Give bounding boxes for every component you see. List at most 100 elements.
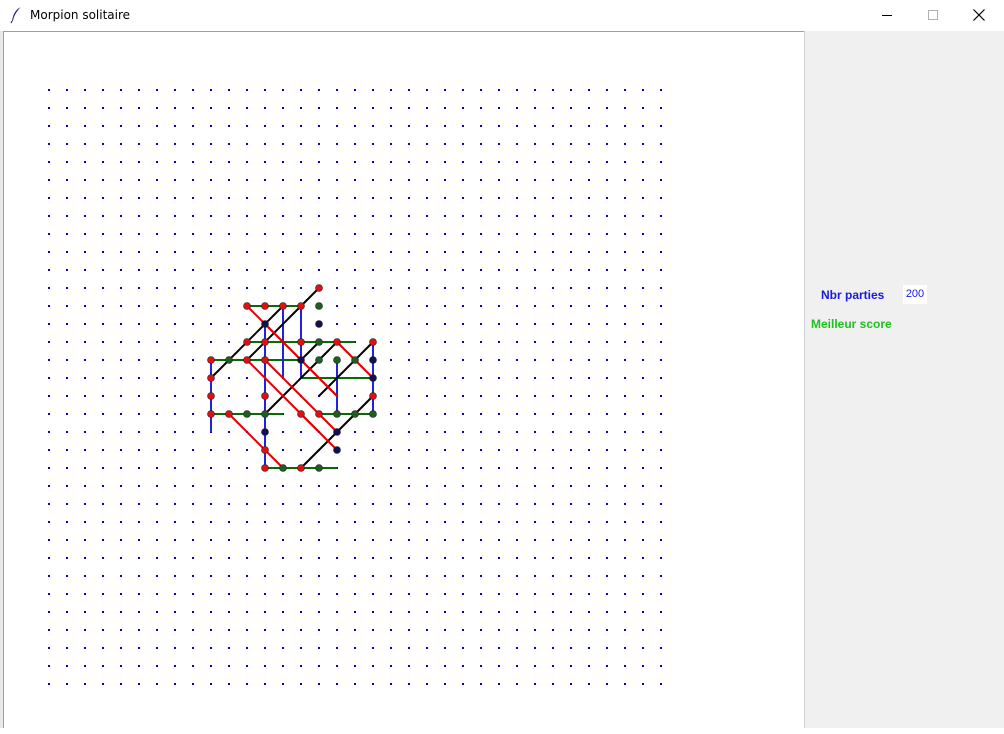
grid-dot [570, 107, 572, 109]
grid-dot [426, 467, 428, 469]
grid-dot [660, 251, 662, 253]
grid-dot [84, 215, 86, 217]
grid-dot [660, 143, 662, 145]
grid-dot [390, 143, 392, 145]
grid-dot [138, 341, 140, 343]
grid-dot [390, 377, 392, 379]
grid-dot [660, 197, 662, 199]
grid-dot [552, 377, 554, 379]
grid-dot [660, 467, 662, 469]
grid-dot [426, 125, 428, 127]
board-point-red [297, 464, 305, 472]
grid-dot [66, 143, 68, 145]
grid-dot [228, 647, 230, 649]
grid-dot [588, 341, 590, 343]
grid-dot [606, 377, 608, 379]
grid-dot [336, 197, 338, 199]
grid-dot [642, 485, 644, 487]
grid-dot [408, 575, 410, 577]
grid-dot [156, 143, 158, 145]
grid-dot [66, 251, 68, 253]
grid-dot [174, 107, 176, 109]
grid-dot [210, 197, 212, 199]
grid-dot [192, 341, 194, 343]
grid-dot [228, 611, 230, 613]
grid-dot [336, 629, 338, 631]
grid-dot [570, 557, 572, 559]
grid-dot [138, 215, 140, 217]
grid-dot [642, 143, 644, 145]
grid-dot [588, 557, 590, 559]
grid-dot [552, 629, 554, 631]
grid-dot [660, 215, 662, 217]
grid-dot [660, 269, 662, 271]
grid-dot [498, 377, 500, 379]
board-point-red [315, 410, 323, 418]
grid-dot [138, 449, 140, 451]
grid-dot [516, 683, 518, 685]
grid-dot [588, 233, 590, 235]
grid-dot [462, 431, 464, 433]
grid-dot [588, 107, 590, 109]
grid-dot [426, 503, 428, 505]
grid-dot [372, 683, 374, 685]
grid-dot [84, 575, 86, 577]
grid-dot [408, 89, 410, 91]
grid-dot [480, 107, 482, 109]
grid-dot [174, 125, 176, 127]
grid-dot [444, 215, 446, 217]
grid-dot [138, 413, 140, 415]
minimize-button[interactable] [864, 0, 910, 30]
grid-dot [534, 143, 536, 145]
grid-dot [156, 323, 158, 325]
grid-dot [264, 557, 266, 559]
grid-dot [48, 467, 50, 469]
grid-dot [408, 431, 410, 433]
grid-dot [192, 287, 194, 289]
game-board-canvas[interactable] [4, 31, 804, 729]
grid-dot [336, 665, 338, 667]
grid-dot [174, 575, 176, 577]
grid-dot [588, 251, 590, 253]
grid-dot [174, 233, 176, 235]
grid-dot [660, 665, 662, 667]
grid-dot [390, 107, 392, 109]
grid-dot [516, 485, 518, 487]
game-board[interactable] [4, 32, 804, 729]
grid-dot [498, 413, 500, 415]
grid-dot [102, 341, 104, 343]
grid-dot [462, 215, 464, 217]
grid-dot [498, 449, 500, 451]
board-point-green [333, 356, 341, 364]
grid-dot [390, 647, 392, 649]
grid-dot [228, 251, 230, 253]
grid-dot [192, 89, 194, 91]
grid-dot [552, 269, 554, 271]
maximize-button[interactable] [910, 0, 956, 30]
grid-dot [282, 269, 284, 271]
grid-dot [174, 485, 176, 487]
grid-dot [48, 197, 50, 199]
grid-dot [516, 359, 518, 361]
grid-dot [48, 269, 50, 271]
best-score-label: Meilleur score [811, 317, 892, 331]
grid-dot [606, 215, 608, 217]
grid-dot [336, 305, 338, 307]
grid-dot [390, 467, 392, 469]
grid-dot [534, 161, 536, 163]
grid-dot [48, 161, 50, 163]
grid-dot [138, 467, 140, 469]
grid-dot [444, 413, 446, 415]
grid-dot [480, 521, 482, 523]
grid-dot [102, 89, 104, 91]
grid-dot [426, 575, 428, 577]
grid-dot [156, 611, 158, 613]
close-button[interactable] [956, 0, 1002, 30]
grid-dot [102, 629, 104, 631]
grid-dot [372, 503, 374, 505]
grid-dot [606, 107, 608, 109]
grid-dot [570, 611, 572, 613]
grid-dot [588, 125, 590, 127]
grid-dot [84, 359, 86, 361]
grid-dot [66, 593, 68, 595]
